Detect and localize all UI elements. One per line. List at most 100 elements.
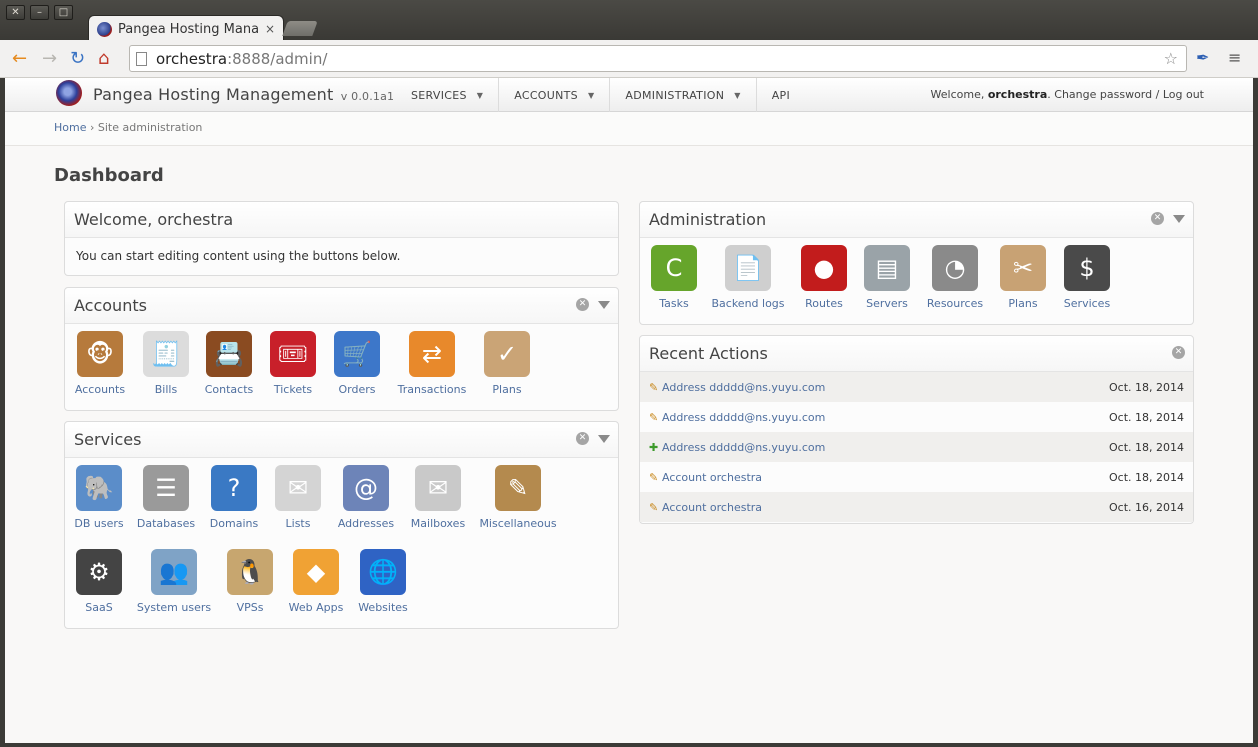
services-module-header: Services ✕	[65, 422, 618, 458]
shortcut-plans[interactable]: ✓ Plans	[467, 331, 547, 396]
shortcut-label: Mailboxes	[410, 517, 466, 530]
recent-action-link[interactable]: ✎ Address ddddd@ns.yuyu.com	[649, 381, 1109, 394]
shortcut-mailboxes[interactable]: ✉ Mailboxes	[398, 465, 478, 530]
browser-tab[interactable]: Pangea Hosting Mana ×	[88, 15, 284, 42]
recent-action-text: Address ddddd@ns.yuyu.com	[662, 410, 826, 424]
bills-icon: 🧾	[143, 331, 189, 377]
close-module-icon[interactable]: ✕	[1151, 212, 1164, 225]
nav-services[interactable]: SERVICES ▼	[396, 78, 498, 112]
recent-action-link[interactable]: ✚ Address ddddd@ns.yuyu.com	[649, 441, 1109, 454]
shortcut-label: Services	[1063, 297, 1111, 310]
user-tools: Welcome, orchestra. Change password / Lo…	[931, 88, 1204, 101]
mailboxes-icon: ✉	[415, 465, 461, 511]
home-icon[interactable]: ⌂	[98, 49, 109, 69]
new-tab-button[interactable]	[282, 21, 318, 36]
databases-icon: ☰	[143, 465, 189, 511]
back-icon[interactable]: ←	[12, 49, 27, 69]
shortcut-websites[interactable]: 🌐 Websites	[343, 549, 423, 614]
breadcrumb-home-link[interactable]: Home	[54, 121, 86, 134]
browser-toolbar: ← → ↻ ⌂ orchestra :8888/admin/ ☆ ✒ ≡	[0, 40, 1258, 78]
star-icon[interactable]: ☆	[1164, 49, 1178, 68]
plans-icon: ✓	[484, 331, 530, 377]
websites-icon: 🌐	[360, 549, 406, 595]
recent-actions-title: Recent Actions	[649, 344, 768, 363]
page-content: Pangea Hosting Management v 0.0.1a1 SERV…	[5, 78, 1253, 743]
window-maximize-button[interactable]: □	[54, 5, 73, 20]
page-icon	[136, 51, 147, 66]
caret-down-icon: ▼	[734, 90, 741, 100]
address-bar[interactable]: orchestra :8888/admin/ ☆	[129, 45, 1187, 72]
db-users-icon: 🐘	[76, 465, 122, 511]
reload-icon[interactable]: ↻	[70, 49, 85, 69]
recent-action-row: ✎ Address ddddd@ns.yuyu.com Oct. 18, 2014	[640, 372, 1193, 402]
recent-actions-header: Recent Actions ✕	[640, 336, 1193, 372]
close-module-icon[interactable]: ✕	[576, 298, 589, 311]
nav-api[interactable]: API	[755, 78, 805, 112]
collapse-module-icon[interactable]	[598, 300, 610, 309]
welcome-text: You can start editing content using the …	[76, 249, 401, 263]
recent-action-text: Address ddddd@ns.yuyu.com	[662, 380, 826, 394]
accounts-icon: 🐵	[77, 331, 123, 377]
shortcut-label: System users	[136, 601, 212, 614]
brand-title[interactable]: Pangea Hosting Management v 0.0.1a1	[93, 85, 394, 104]
nav-administration[interactable]: ADMINISTRATION ▼	[609, 78, 755, 112]
extension-icon[interactable]: ✒	[1196, 48, 1209, 67]
add-icon: ✚	[649, 440, 659, 454]
shortcut-system-users[interactable]: 👥 System users	[134, 549, 214, 614]
pencil-icon: ✎	[649, 500, 659, 514]
recent-action-row: ✎ Address ddddd@ns.yuyu.com Oct. 18, 2014	[640, 402, 1193, 432]
collapse-module-icon[interactable]	[598, 434, 610, 443]
shortcut-orders[interactable]: 🛒 Orders	[317, 331, 397, 396]
shortcut-transactions[interactable]: ⇄ Transactions	[392, 331, 472, 396]
accounts-module: Accounts ✕ 🐵 Accounts 🧾 Bills 📇 Contacts 🎟 Tick…	[64, 287, 619, 411]
recent-actions-list: ✎ Address ddddd@ns.yuyu.com Oct. 18, 2014 ✎…	[640, 372, 1193, 522]
lists-icon: ✉	[275, 465, 321, 511]
menu-icon[interactable]: ≡	[1228, 48, 1241, 67]
recent-actions-module: Recent Actions ✕ ✎ Address ddddd@ns.yuyu.…	[639, 335, 1194, 524]
shortcut-services[interactable]: $ Services	[1047, 245, 1127, 310]
recent-action-text: Address ddddd@ns.yuyu.com	[662, 440, 826, 454]
logout-link[interactable]: Log out	[1163, 88, 1204, 101]
window-minimize-button[interactable]: –	[30, 5, 49, 20]
tasks-icon: C	[651, 245, 697, 291]
change-password-link[interactable]: Change password	[1054, 88, 1152, 101]
breadcrumb-current: Site administration	[97, 121, 203, 134]
window-titlebar: ✕ – □ Pangea Hosting Mana ×	[0, 0, 1258, 42]
shortcut-label: Miscellaneous	[479, 517, 557, 530]
brand-name: Pangea Hosting Management	[93, 85, 334, 104]
close-module-icon[interactable]: ✕	[576, 432, 589, 445]
nav-accounts[interactable]: ACCOUNTS ▼	[498, 78, 609, 112]
recent-action-link[interactable]: ✎ Account orchestra	[649, 471, 1109, 484]
forward-icon[interactable]: →	[42, 49, 57, 69]
recent-action-date: Oct. 16, 2014	[1109, 500, 1184, 514]
pangea-logo-icon[interactable]	[56, 80, 82, 106]
tab-close-icon[interactable]: ×	[265, 22, 275, 36]
username: orchestra	[987, 88, 1048, 101]
collapse-module-icon[interactable]	[1173, 214, 1185, 223]
favicon-icon	[97, 21, 112, 37]
recent-action-text: Account orchestra	[662, 470, 763, 484]
version-label: v 0.0.1a1	[340, 90, 395, 103]
shortcut-label: Addresses	[337, 517, 395, 530]
shortcut-tasks[interactable]: C Tasks	[634, 245, 714, 310]
nav-accounts-label: ACCOUNTS	[514, 88, 578, 102]
shortcut-label: Orders	[338, 383, 376, 396]
shortcut-miscellaneous[interactable]: ✎ Miscellaneous	[478, 465, 558, 530]
caret-down-icon: ▼	[587, 90, 595, 100]
recent-action-row: ✎ Account orchestra Oct. 16, 2014	[640, 492, 1193, 522]
shortcut-label: Backend logs	[711, 297, 785, 310]
url-host: orchestra	[156, 49, 228, 68]
caret-down-icon: ▼	[476, 90, 484, 100]
close-module-icon[interactable]: ✕	[1172, 346, 1185, 359]
shortcut-backend-logs[interactable]: 📄 Backend logs	[708, 245, 788, 310]
services-icon: $	[1064, 245, 1110, 291]
recent-action-link[interactable]: ✎ Account orchestra	[649, 501, 1109, 514]
recent-action-date: Oct. 18, 2014	[1109, 380, 1184, 394]
recent-action-link[interactable]: ✎ Address ddddd@ns.yuyu.com	[649, 411, 1109, 424]
shortcut-saas[interactable]: ⚙ SaaS	[59, 549, 139, 614]
shortcut-label: SaaS	[85, 601, 113, 614]
vpss-icon: 🐧	[227, 549, 273, 595]
window-close-button[interactable]: ✕	[6, 5, 25, 20]
backend-logs-icon: 📄	[725, 245, 771, 291]
shortcut-addresses[interactable]: @ Addresses	[326, 465, 406, 530]
